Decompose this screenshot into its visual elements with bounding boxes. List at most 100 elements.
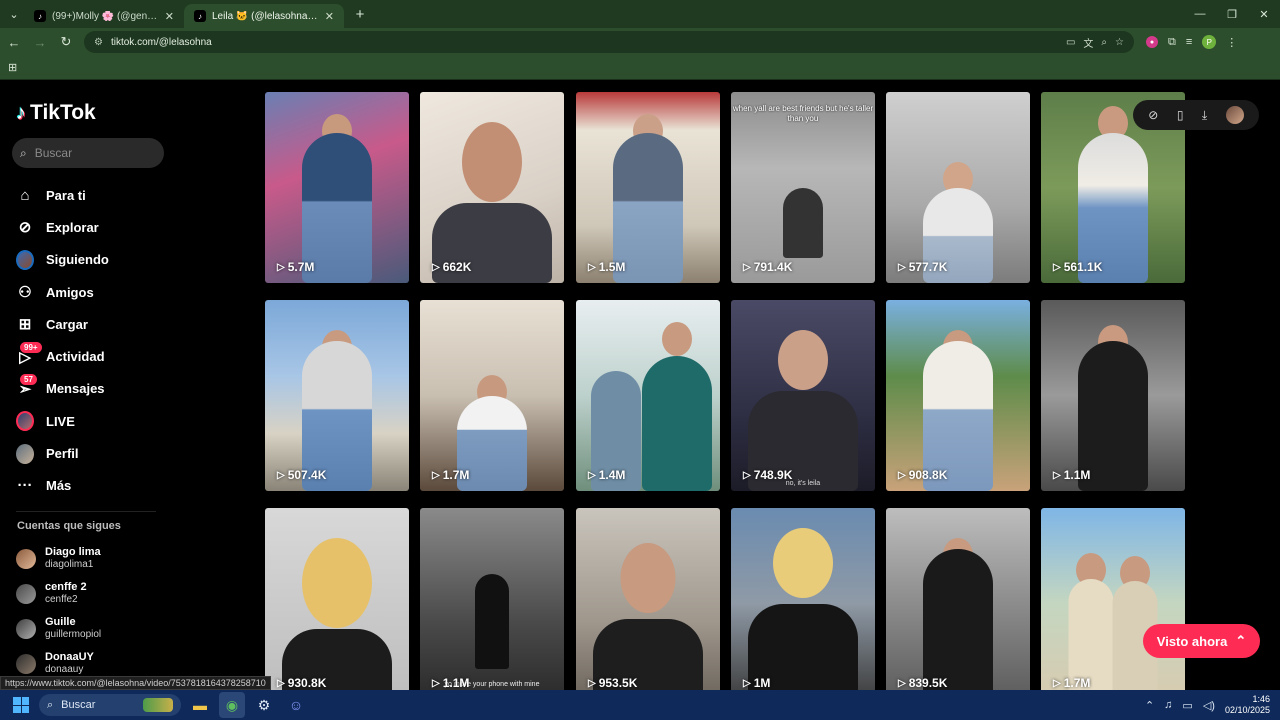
view-count: ▷ 577.7K	[898, 260, 948, 274]
reload-icon[interactable]: ↻	[54, 34, 78, 50]
browser-tab-2[interactable]: ♪ Leila 🐱 (@lelasohna) | TikT ✕	[184, 4, 344, 28]
friends-icon: ⚇	[18, 284, 32, 302]
forward-icon[interactable]: →	[28, 35, 52, 50]
url-text[interactable]: tiktok.com/@lelasohna	[111, 37, 1058, 48]
clock-time: 1:46	[1252, 694, 1270, 704]
puzzle-extensions-icon[interactable]: ⧉	[1168, 36, 1176, 49]
bookmark-star-icon[interactable]: ☆	[1115, 37, 1124, 48]
thumbnail-figure	[302, 538, 372, 628]
tab-search-chevron-icon[interactable]: ⌄	[4, 4, 24, 24]
new-tab-button[interactable]: +	[348, 6, 372, 23]
activity-badge: 99+	[20, 341, 42, 353]
nav-item-cargar[interactable]: ⊞ Cargar	[16, 308, 109, 340]
following-account[interactable]: Diago lima diagolima1	[16, 541, 101, 576]
user-avatar[interactable]	[1225, 106, 1244, 124]
avatar	[16, 583, 36, 604]
chevron-up-icon[interactable]: ⌃	[1145, 699, 1154, 712]
windows-start-icon[interactable]	[13, 697, 29, 713]
tiktok-logo[interactable]: ♪ TikTok	[16, 101, 96, 125]
video-card[interactable]: ▷ 1.7M	[1041, 508, 1185, 699]
play-icon: ▷	[277, 261, 285, 273]
play-icon: ▷	[432, 261, 440, 273]
video-card[interactable]: ▷ 839.5K	[886, 508, 1030, 699]
chrome-icon[interactable]: ◉	[219, 692, 245, 718]
play-icon: ▷	[898, 677, 906, 689]
maximize-icon[interactable]: ❐	[1216, 8, 1248, 21]
video-card[interactable]: ▷ 908.8K	[886, 300, 1030, 491]
nav-item-live[interactable]: LIVE	[16, 405, 109, 437]
play-icon: ▷	[898, 261, 906, 273]
nav-item-perfil[interactable]: Perfil	[16, 437, 109, 469]
compass-icon[interactable]: ⊘	[1148, 108, 1158, 122]
floating-toolbar: ⊘ ▯ ⤓	[1133, 100, 1259, 130]
browser-menu-icon[interactable]: ⋮	[1226, 36, 1237, 49]
video-card[interactable]: when yall are best friends but he's tall…	[731, 92, 875, 283]
download-icon[interactable]: ⤓	[1202, 108, 1207, 123]
video-card[interactable]: no, it's leila ▷ 748.9K	[731, 300, 875, 491]
following-account[interactable]: cenffe 2 cenffe2	[16, 576, 101, 611]
video-card[interactable]: ▷ 5.7M	[265, 92, 409, 283]
nav-item-amigos[interactable]: ⚇ Amigos	[16, 276, 109, 308]
video-card[interactable]: ▷ 930.8K	[265, 508, 409, 699]
install-app-icon[interactable]: ▭	[1066, 37, 1075, 48]
watched-now-button[interactable]: Visto ahora ⌃	[1143, 624, 1260, 658]
play-icon: ▷	[743, 677, 751, 689]
following-account[interactable]: Guille guillermopiol	[16, 611, 101, 646]
nav-item-para-ti[interactable]: ⌂ Para ti	[16, 179, 109, 211]
following-title: Cuentas que sigues	[17, 520, 121, 532]
profile-icon[interactable]: P	[1202, 35, 1217, 49]
steam-icon[interactable]: ⚙	[251, 692, 277, 718]
close-tab-icon[interactable]: ✕	[325, 10, 334, 23]
address-bar[interactable]: ⚙ tiktok.com/@lelasohna ▭ 文 ⌕ ☆	[84, 31, 1134, 53]
extension-icon[interactable]: ●	[1146, 36, 1158, 48]
nav-item-explorar[interactable]: ⊘ Explorar	[16, 211, 109, 243]
following-avatar-icon	[16, 249, 34, 270]
video-card[interactable]: ▷ 1.1M	[1041, 300, 1185, 491]
nav-item-actividad[interactable]: ▷ 99+ Actividad	[16, 340, 109, 372]
view-count: ▷ 839.5K	[898, 676, 948, 690]
taskbar-search[interactable]: ⌕ Buscar	[39, 694, 181, 716]
close-window-icon[interactable]: ✕	[1248, 8, 1280, 21]
play-icon: ▷	[588, 677, 596, 689]
nav-item-mensajes[interactable]: ➣ 57 Mensajes	[16, 373, 109, 405]
home-icon: ⌂	[20, 186, 30, 204]
media-control-icon[interactable]: ≡	[1186, 36, 1192, 48]
network-icon[interactable]: ▭	[1182, 699, 1192, 712]
video-card[interactable]: ▷ 507.4K	[265, 300, 409, 491]
video-card[interactable]: ▷ 953.5K	[576, 508, 720, 699]
account-name: Guille	[45, 616, 76, 628]
video-card[interactable]: ▷ 1.7M	[420, 300, 564, 491]
volume-icon[interactable]: ◁)	[1203, 699, 1215, 712]
bookmarks-bar: ⊞	[0, 56, 1280, 80]
search-input[interactable]: ⌕ Buscar	[12, 138, 164, 168]
browser-toolbar: ← → ↻ ⚙ tiktok.com/@lelasohna ▭ 文 ⌕ ☆ ● …	[0, 28, 1280, 56]
clock[interactable]: 1:46 02/10/2025	[1225, 694, 1270, 716]
account-username: cenffe2	[45, 594, 78, 605]
video-card[interactable]: ▷ 1.4M	[576, 300, 720, 491]
video-card[interactable]: yo move your phone with mine ▷ 1.1M	[420, 508, 564, 699]
browser-tab-1[interactable]: ♪ (99+)Molly 🌸 (@gentleemolly ✕	[24, 4, 184, 28]
video-card[interactable]: ▷ 662K	[420, 92, 564, 283]
nav-item-mas[interactable]: ··· Más	[16, 470, 109, 502]
close-tab-icon[interactable]: ✕	[165, 10, 174, 23]
microphone-icon[interactable]: ♫	[1164, 699, 1172, 711]
site-info-icon[interactable]: ⚙	[94, 37, 103, 48]
view-count: ▷ 1.5M	[588, 260, 626, 274]
play-icon: ▷	[432, 469, 440, 481]
mobile-icon[interactable]: ▯	[1177, 108, 1184, 122]
file-explorer-icon[interactable]: ▬	[187, 692, 213, 718]
system-tray: ⌃ ♫ ▭ ◁) 1:46 02/10/2025	[1145, 694, 1270, 716]
video-card[interactable]: ▷ 1.5M	[576, 92, 720, 283]
more-icon: ···	[17, 477, 33, 495]
translate-icon[interactable]: 文	[1083, 35, 1093, 50]
discord-icon[interactable]: ☺	[283, 692, 309, 718]
compass-icon: ⊘	[18, 219, 32, 237]
search-icon: ⌕	[47, 698, 54, 711]
video-card[interactable]: ▷ 1M	[731, 508, 875, 699]
minimize-icon[interactable]: —	[1184, 8, 1216, 21]
nav-item-siguiendo[interactable]: Siguiendo	[16, 244, 109, 276]
back-icon[interactable]: ←	[2, 35, 26, 50]
apps-grid-icon[interactable]: ⊞	[8, 61, 17, 74]
video-card[interactable]: ▷ 577.7K	[886, 92, 1030, 283]
zoom-icon[interactable]: ⌕	[1101, 37, 1107, 48]
